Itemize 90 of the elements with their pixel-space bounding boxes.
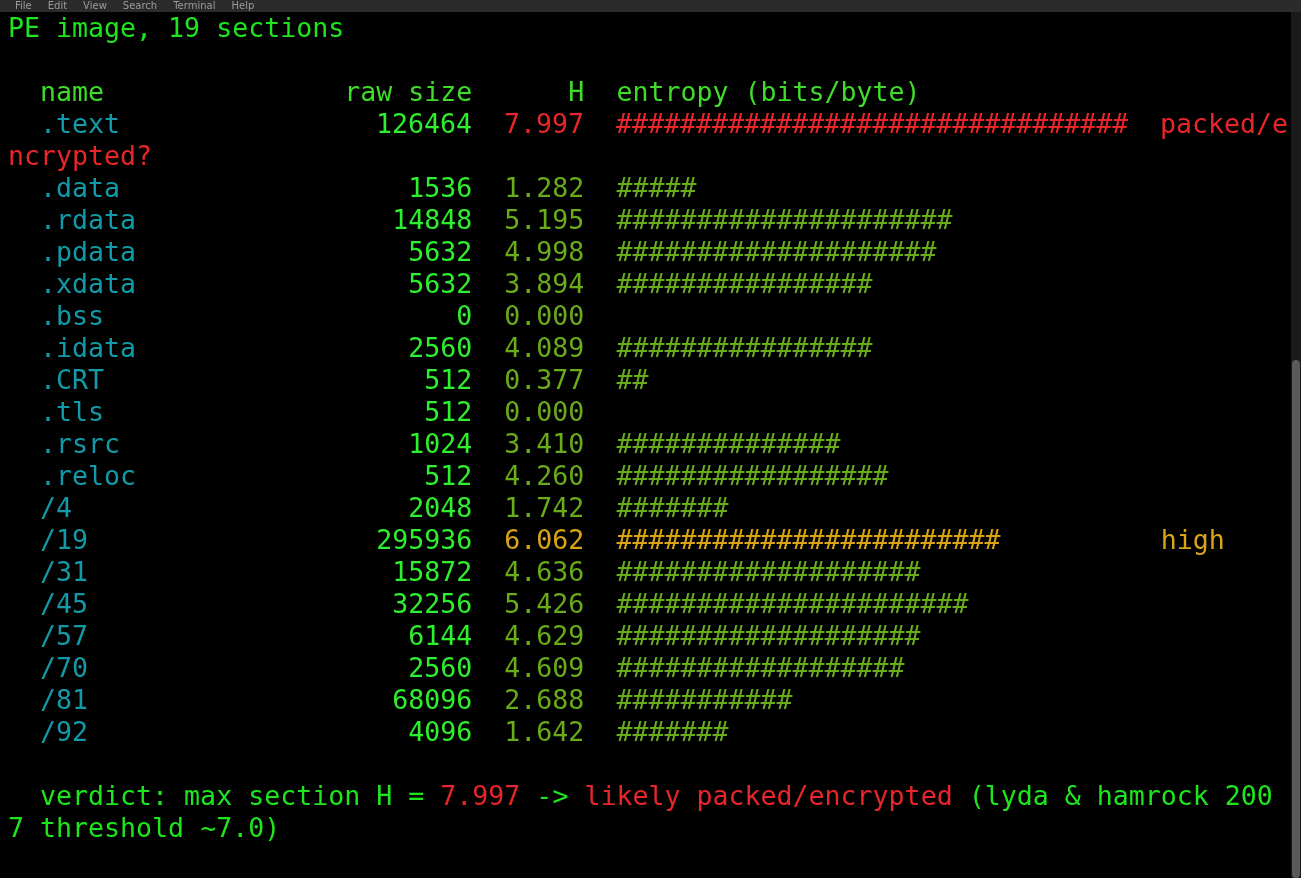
- entropy-value: 5.426: [503, 588, 585, 620]
- raw-size: 2048: [407, 492, 473, 524]
- raw-size: 512: [423, 364, 473, 396]
- section-name: .idata: [40, 332, 138, 364]
- entropy-value: 4.260: [503, 460, 585, 492]
- raw-size: 1024: [407, 428, 473, 460]
- raw-size: 2560: [407, 652, 473, 684]
- section-name: .rsrc: [40, 428, 122, 460]
- raw-size: 15872: [391, 556, 473, 588]
- section-name: .data: [40, 172, 122, 204]
- entropy-hashes: ###########: [616, 684, 793, 715]
- entropy-value: 3.410: [503, 428, 585, 460]
- entropy-value: 1.642: [503, 716, 585, 748]
- warning-text: high: [1160, 524, 1225, 556]
- entropy-value: 0.000: [503, 300, 585, 332]
- section-name: /31: [40, 556, 90, 588]
- entropy-value: 3.894: [503, 268, 585, 300]
- entropy-hashes: ##: [616, 364, 649, 395]
- entropy-hashes: ###################: [616, 620, 921, 651]
- entropy-hashes: ########################: [616, 524, 1001, 555]
- entropy-value: 4.636: [503, 556, 585, 588]
- menu-item[interactable]: Terminal: [173, 0, 216, 12]
- entropy-hashes: #####: [616, 172, 697, 203]
- warning-text: packed/e: [1159, 108, 1288, 140]
- menu-item[interactable]: View: [83, 0, 107, 12]
- raw-size: 512: [423, 460, 473, 492]
- column-header: name: [40, 76, 106, 108]
- raw-size: 6144: [407, 620, 473, 652]
- warning-text: ncrypted?: [8, 140, 153, 171]
- menu-item[interactable]: Help: [231, 0, 255, 12]
- entropy-value: 1.742: [503, 492, 585, 524]
- section-name: /57: [40, 620, 90, 652]
- entropy-hashes: ##############: [616, 428, 841, 459]
- raw-size: 2560: [407, 332, 473, 364]
- menu-item[interactable]: File: [15, 0, 32, 12]
- raw-size: 295936: [375, 524, 473, 556]
- entropy-hashes: ##################: [616, 652, 905, 683]
- verdict-line: verdict: max section H = 7.997 -> likely packed/encrypted (lyda & hamrock 2007 threshold ~7.0): [8, 780, 1274, 844]
- title-line: PE image, 19 sections: [8, 12, 345, 43]
- entropy-value: 4.998: [503, 236, 585, 268]
- section-name: /19: [40, 524, 90, 556]
- entropy-value: 4.609: [503, 652, 585, 684]
- section-name: .reloc: [40, 460, 138, 492]
- section-name: /70: [40, 652, 90, 684]
- section-name: .tls: [40, 396, 106, 428]
- entropy-hashes: #######: [616, 492, 729, 523]
- entropy-value: 7.997: [502, 108, 584, 140]
- entropy-hashes: ################: [616, 332, 873, 363]
- section-name: .xdata: [40, 268, 138, 300]
- entropy-value: 0.000: [503, 396, 585, 428]
- entropy-value: 2.688: [503, 684, 585, 716]
- entropy-hashes: #######: [616, 716, 729, 747]
- entropy-hashes: ###################: [616, 556, 921, 587]
- entropy-value: 5.195: [503, 204, 585, 236]
- raw-size: 512: [423, 396, 473, 428]
- column-header: raw size: [344, 76, 473, 108]
- column-header: entropy (bits/byte): [616, 76, 921, 108]
- entropy-value: 1.282: [503, 172, 585, 204]
- section-name: /45: [40, 588, 90, 620]
- entropy-value: 6.062: [503, 524, 585, 556]
- entropy-hashes: ################: [616, 268, 873, 299]
- section-name: /4: [40, 492, 74, 524]
- raw-size: 32256: [391, 588, 473, 620]
- entropy-hashes: ####################: [616, 236, 937, 267]
- section-name: /81: [40, 684, 90, 716]
- entropy-value: 4.089: [503, 332, 585, 364]
- entropy-hashes: #####################: [616, 204, 953, 235]
- raw-size: 126464: [374, 108, 472, 140]
- entropy-value: 4.629: [503, 620, 585, 652]
- raw-size: 5632: [407, 236, 473, 268]
- entropy-hashes: ######################: [616, 588, 969, 619]
- raw-size: 0: [455, 300, 473, 332]
- section-name: .CRT: [40, 364, 106, 396]
- section-name: .pdata: [40, 236, 138, 268]
- section-name: /92: [40, 716, 90, 748]
- menu-item[interactable]: Edit: [47, 0, 68, 12]
- section-name: .bss: [40, 300, 106, 332]
- raw-size: 1536: [407, 172, 473, 204]
- column-header: H: [567, 76, 585, 108]
- raw-size: 68096: [391, 684, 473, 716]
- raw-size: 14848: [391, 204, 473, 236]
- section-name: .text: [40, 108, 122, 140]
- menu-item[interactable]: Search: [122, 0, 158, 12]
- scrollbar-thumb[interactable]: [1292, 360, 1300, 878]
- raw-size: 5632: [407, 268, 473, 300]
- entropy-hashes: ################################: [615, 108, 1129, 139]
- entropy-hashes: #################: [616, 460, 889, 491]
- entropy-value: 0.377: [503, 364, 585, 396]
- raw-size: 4096: [407, 716, 473, 748]
- section-name: .rdata: [40, 204, 138, 236]
